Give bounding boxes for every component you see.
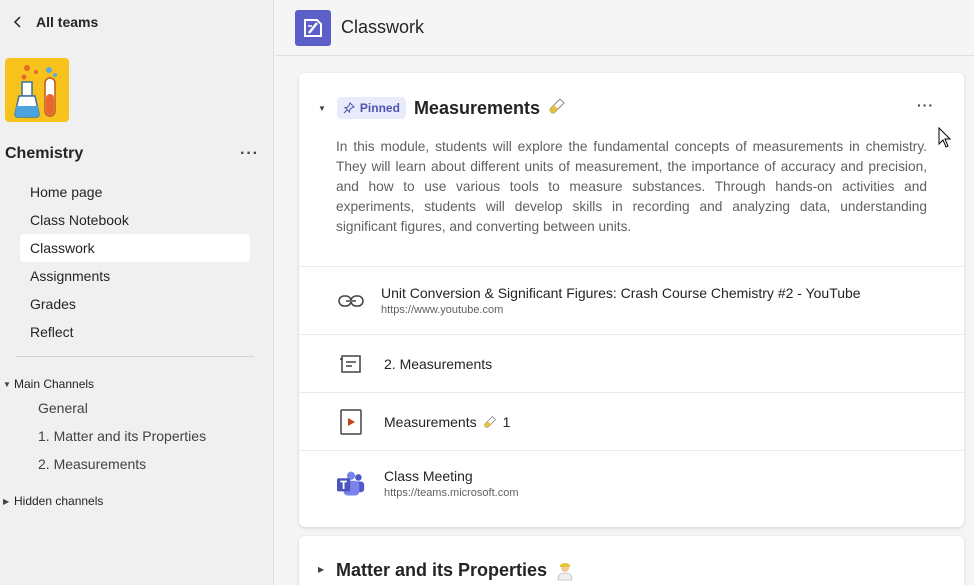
module-header: Matter and its Properties [336,560,575,581]
nav-item-class-notebook[interactable]: Class Notebook [20,206,250,234]
module-more-options-button[interactable]: ··· [917,98,934,112]
expand-module-caret-icon[interactable]: ▶ [318,565,324,574]
resource-url: https://www.youtube.com [381,304,504,316]
nav-item-assignments[interactable]: Assignments [20,262,250,290]
nav-item-grades[interactable]: Grades [20,290,250,318]
team-nav: Home page Class Notebook Classwork Assig… [20,178,250,346]
nav-item-reflect[interactable]: Reflect [20,318,250,346]
team-header: Chemistry ··· [5,143,263,165]
module-title: Matter and its Properties [336,560,548,580]
app-header: Classwork [275,0,974,56]
resource-meeting-row[interactable]: Class Meeting https://teams.microsoft.co… [299,450,964,516]
channel-general[interactable]: General [28,394,250,422]
module-title: Measurements [413,97,540,118]
caret-down-icon: ▼ [3,379,11,389]
pinned-label: Pinned [359,101,400,115]
module-header: ▼ Pinned Measurements [299,95,964,121]
all-teams-label: All teams [36,14,99,30]
team-more-options-button[interactable]: ··· [236,145,263,163]
resource-title: 2. Measurements [384,355,493,372]
main-channels-toggle[interactable]: ▼ Main Channels [3,377,94,391]
nav-item-home-page[interactable]: Home page [20,178,250,206]
chemistry-flask-icon [14,65,57,118]
resource-meeting-text: Class Meeting https://teams.microsoft.co… [384,468,518,499]
resource-link-row[interactable]: Unit Conversion & Significant Figures: C… [299,266,964,334]
classwork-app-icon [295,9,331,46]
caret-right-icon: ▶ [3,496,10,506]
pinned-badge: Pinned [336,97,406,119]
channel-list: General 1. Matter and its Properties 2. … [28,394,250,478]
resource-title: Measurements [384,413,477,430]
module-card: ▼ Pinned Measurements ··· In this module… [299,73,964,527]
resource-title: Class Meeting [384,468,473,484]
resource-url: https://teams.microsoft.com [384,487,519,499]
main-channels-label: Main Channels [14,377,95,391]
resource-title-suffix: 1 [502,413,511,430]
resource-title: Unit Conversion & Significant Figures: C… [381,285,861,301]
hidden-channels-toggle[interactable]: ▶ Hidden channels [3,494,103,508]
resource-video-text: Measurements 1 [384,414,510,430]
channel-measurements[interactable]: 2. Measurements [28,450,250,478]
channel-matter-and-its-properties[interactable]: 1. Matter and its Properties [28,422,250,450]
pin-icon [343,102,355,114]
sidebar: All teams Chemistry ··· Home page Class … [0,0,274,585]
assignment-icon [337,350,365,378]
video-icon [337,408,365,436]
sidebar-divider [16,356,254,357]
scientist-icon [555,561,575,581]
collapse-module-caret-icon[interactable]: ▼ [318,104,326,113]
page-title: Classwork [341,17,425,37]
module-description: In this module, students will explore th… [336,139,927,234]
chevron-left-icon [13,16,21,28]
resource-link-text: Unit Conversion & Significant Figures: C… [381,285,861,316]
hidden-channels-label: Hidden channels [14,494,104,508]
mouse-cursor-icon [938,127,952,148]
test-tube-icon [483,415,497,429]
team-avatar[interactable] [5,58,69,122]
nav-item-classwork[interactable]: Classwork [20,234,250,262]
link-icon [337,287,365,315]
all-teams-back-link[interactable]: All teams [12,12,98,32]
resource-assignment-row[interactable]: 2. Measurements [299,334,964,392]
module-card: ▶ Matter and its Properties [299,536,964,585]
resource-video-row[interactable]: Measurements 1 [299,392,964,450]
classwork-icon [304,18,322,37]
test-tube-icon [548,97,566,120]
teams-icon [337,470,365,498]
team-name: Chemistry [5,145,84,162]
resource-assignment-text: 2. Measurements [384,356,492,372]
